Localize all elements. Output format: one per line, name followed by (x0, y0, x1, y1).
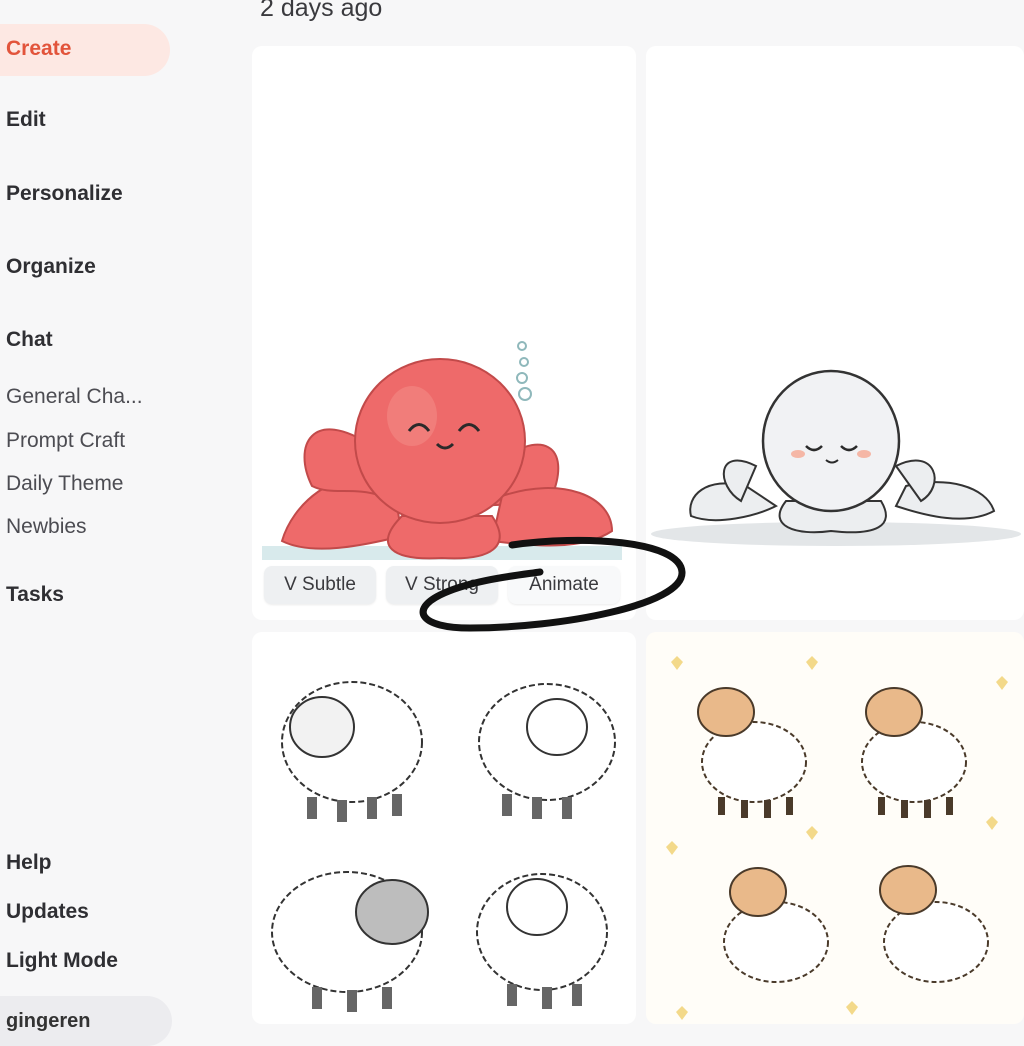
vary-subtle-button[interactable]: V Subtle (264, 566, 376, 604)
nav-organize[interactable]: Organize (6, 255, 96, 279)
username-label: gingeren (6, 1010, 91, 1032)
chat-room-daily-theme[interactable]: Daily Theme (6, 472, 124, 496)
tan-sheep-hearts-image (666, 656, 1008, 1020)
user-profile-button[interactable]: gingeren (0, 996, 172, 1046)
section-date-heading: 2 days ago (260, 0, 383, 22)
nav-create-label: Create (6, 37, 72, 60)
chat-room-general[interactable]: General Cha... (6, 385, 143, 409)
gray-octopus-image (651, 369, 1021, 546)
white-sheep-sketch-image (271, 681, 616, 1012)
nav-create[interactable]: Create (0, 24, 170, 76)
vary-strong-button[interactable]: V Strong (386, 566, 498, 604)
chat-room-newbies[interactable]: Newbies (6, 515, 87, 539)
nav-tasks[interactable]: Tasks (6, 583, 64, 607)
nav-updates[interactable]: Updates (6, 900, 89, 924)
animate-button[interactable]: Animate (508, 566, 620, 604)
image-card-tan-sheep[interactable] (646, 632, 1024, 1024)
image-card-gray-octopus[interactable] (646, 46, 1024, 620)
nav-help[interactable]: Help (6, 851, 52, 875)
light-mode-toggle[interactable]: Light Mode (6, 949, 118, 973)
pink-octopus-image (262, 341, 622, 560)
nav-edit[interactable]: Edit (6, 108, 46, 132)
chat-room-prompt-craft[interactable]: Prompt Craft (6, 429, 125, 453)
nav-personalize[interactable]: Personalize (6, 182, 123, 206)
image-card-pink-octopus[interactable] (252, 46, 636, 620)
nav-chat[interactable]: Chat (6, 328, 53, 352)
image-card-white-sheep[interactable] (252, 632, 636, 1024)
sidebar: Create Edit Personalize Organize Chat Ge… (0, 0, 240, 1046)
